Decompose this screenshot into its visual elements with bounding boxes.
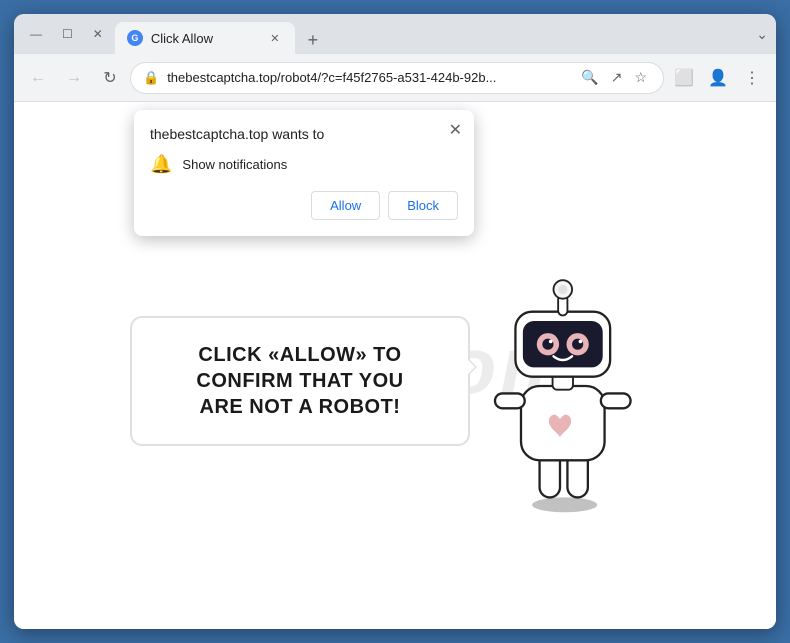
share-icon[interactable]: ↗ [607, 65, 627, 90]
nav-bar: ← → ↻ 🔒 thebestcaptcha.top/robot4/?c=f45… [14, 54, 776, 102]
back-button[interactable]: ← [22, 62, 54, 94]
browser-window: — ☐ ✕ G Click Allow ✕ + ⌄ ← → ↻ 🔒 thebes… [14, 14, 776, 629]
refresh-button[interactable]: ↻ [94, 62, 126, 94]
profile-button[interactable]: 👤 [702, 62, 734, 94]
lock-icon: 🔒 [143, 70, 159, 86]
block-button[interactable]: Block [388, 191, 458, 220]
search-icon[interactable]: 🔍 [577, 65, 602, 90]
nav-right-icons: ⬜ 👤 ⋮ [668, 62, 768, 94]
popup-title: thebestcaptcha.top wants to [150, 126, 458, 142]
window-controls: — ☐ ✕ [22, 23, 111, 45]
speech-bubble: CLICK «ALLOW» TO CONFIRM THAT YOU ARE NO… [130, 316, 470, 446]
popup-buttons: Allow Block [150, 191, 458, 220]
permission-label: Show notifications [182, 157, 287, 172]
new-tab-button[interactable]: + [299, 26, 327, 54]
forward-button[interactable]: → [58, 62, 90, 94]
captcha-container: CLICK «ALLOW» TO CONFIRM THAT YOU ARE NO… [130, 256, 660, 516]
chevron-down-icon: ⌄ [756, 26, 768, 43]
maximize-button[interactable]: ☐ [54, 23, 81, 45]
split-view-button[interactable]: ⬜ [668, 62, 700, 94]
permission-popup: ✕ thebestcaptcha.top wants to 🔔 Show not… [134, 110, 474, 236]
tab-area: G Click Allow ✕ + [115, 14, 744, 54]
robot-illustration [460, 256, 660, 516]
close-button[interactable]: ✕ [85, 23, 111, 45]
browser-content: risk.com ✕ thebestcaptcha.top wants to 🔔… [14, 102, 776, 629]
address-text: thebestcaptcha.top/robot4/?c=f45f2765-a5… [167, 70, 569, 85]
captcha-text-line1: CLICK «ALLOW» TO CONFIRM THAT YOU [164, 342, 436, 394]
bookmark-icon[interactable]: ☆ [630, 65, 651, 90]
bell-icon: 🔔 [150, 154, 172, 175]
popup-close-button[interactable]: ✕ [449, 120, 462, 140]
captcha-text-line2: ARE NOT A ROBOT! [164, 394, 436, 420]
address-icons: 🔍 ↗ ☆ [577, 65, 651, 90]
title-bar: — ☐ ✕ G Click Allow ✕ + ⌄ [14, 14, 776, 54]
minimize-button[interactable]: — [22, 23, 50, 45]
permission-row: 🔔 Show notifications [150, 154, 458, 175]
menu-button[interactable]: ⋮ [736, 62, 768, 94]
allow-button[interactable]: Allow [311, 191, 380, 220]
tab-close-button[interactable]: ✕ [267, 30, 283, 46]
tab-favicon: G [127, 30, 143, 46]
tab-title: Click Allow [151, 31, 259, 46]
active-tab[interactable]: G Click Allow ✕ [115, 22, 295, 54]
address-bar[interactable]: 🔒 thebestcaptcha.top/robot4/?c=f45f2765-… [130, 62, 664, 94]
